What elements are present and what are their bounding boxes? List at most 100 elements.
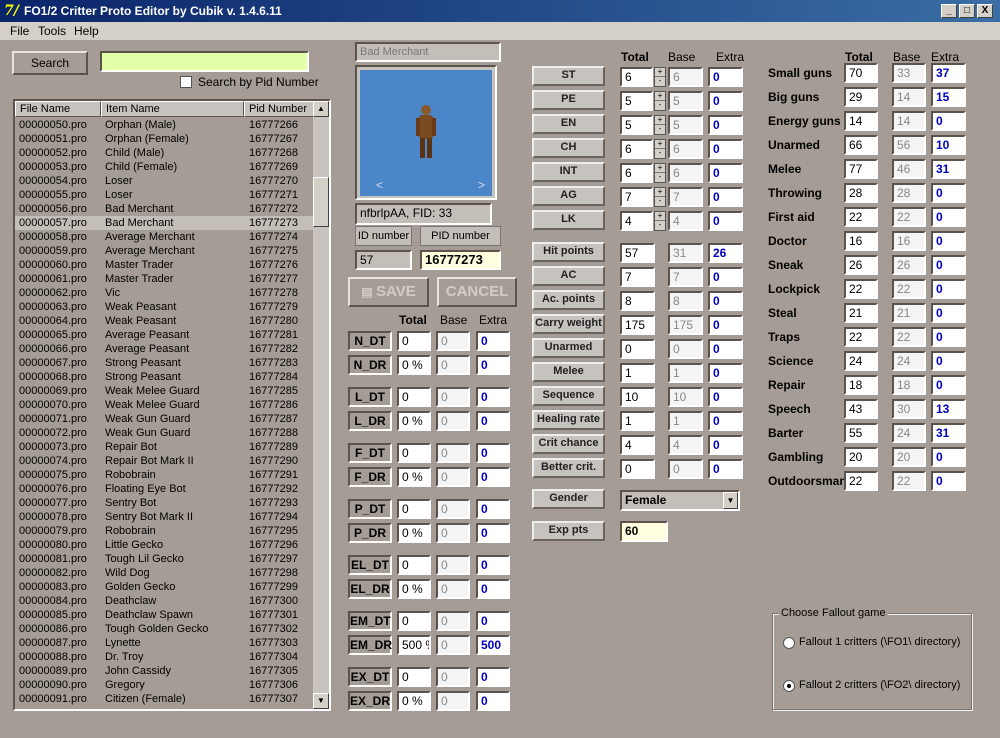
skill-outdoorsman-extra-field[interactable]: 0 [931,471,966,491]
table-row[interactable]: 00000084.pro Deathclaw 16777300 [15,594,315,608]
derived-crit-chance-extra-field[interactable]: 0 [708,435,743,455]
fallout1-label[interactable]: Fallout 1 critters (\FO1\ directory) [799,636,960,648]
skill-barter-base-field[interactable]: 24 [892,423,926,443]
stat-lk-spinner[interactable]: + - [654,211,666,231]
stat-ag-extra-field[interactable]: 0 [708,187,743,207]
em-dr-base-field[interactable]: 0 [436,635,470,655]
skill-small-guns-extra-field[interactable]: 37 [931,63,966,83]
table-row[interactable]: 00000053.pro Child (Female) 16777269 [15,160,315,174]
preview-prev-icon[interactable]: < [376,178,383,192]
table-row[interactable]: 00000070.pro Weak Melee Guard 16777286 [15,398,315,412]
em-dt-extra-field[interactable]: 0 [476,611,510,631]
skill-speech-extra-field[interactable]: 13 [931,399,966,419]
em-dr-total-field[interactable]: 500 % [397,635,431,655]
skill-doctor-extra-field[interactable]: 0 [931,231,966,251]
skill-gambling-extra-field[interactable]: 0 [931,447,966,467]
stat-pe-extra-field[interactable]: 0 [708,91,743,111]
menu-help[interactable]: Help [74,24,99,38]
spin-down-icon[interactable]: - [655,101,665,110]
spin-down-icon[interactable]: - [655,149,665,158]
stat-int-extra-field[interactable]: 0 [708,163,743,183]
fallout2-label[interactable]: Fallout 2 critters (\FO2\ directory) [799,679,960,691]
l-dt-extra-field[interactable]: 0 [476,387,510,407]
stat-st-base-field[interactable]: 6 [668,67,703,87]
derived-crit-chance-total-field[interactable]: 4 [620,435,655,455]
maximize-button[interactable]: □ [959,4,975,18]
search-by-pid-checkbox[interactable] [180,76,192,88]
el-dr-base-field[interactable]: 0 [436,579,470,599]
el-dt-extra-field[interactable]: 0 [476,555,510,575]
em-dt-base-field[interactable]: 0 [436,611,470,631]
n-dt-base-field[interactable]: 0 [436,331,470,351]
el-dt-total-field[interactable]: 0 [397,555,431,575]
skill-throwing-base-field[interactable]: 28 [892,183,926,203]
menu-file[interactable]: File [10,24,29,38]
table-row[interactable]: 00000078.pro Sentry Bot Mark II 16777294 [15,510,315,524]
stat-pe-total-field[interactable]: 5 [620,91,653,111]
derived-better-crit-extra-field[interactable]: 0 [708,459,743,479]
scroll-thumb[interactable] [313,177,329,227]
stat-en-total-field[interactable]: 5 [620,115,653,135]
table-row[interactable]: 00000072.pro Weak Gun Guard 16777288 [15,426,315,440]
skill-gambling-base-field[interactable]: 20 [892,447,926,467]
table-row[interactable]: 00000075.pro Robobrain 16777291 [15,468,315,482]
table-row[interactable]: 00000089.pro John Cassidy 16777305 [15,664,315,678]
table-row[interactable]: 00000062.pro Vic 16777278 [15,286,315,300]
table-row[interactable]: 00000052.pro Child (Male) 16777268 [15,146,315,160]
em-dt-total-field[interactable]: 0 [397,611,431,631]
derived-hit-points-base-field[interactable]: 31 [668,243,703,263]
stat-int-spinner[interactable]: + - [654,163,666,183]
gender-select[interactable]: Female ▼ [620,490,740,511]
skill-big-guns-extra-field[interactable]: 15 [931,87,966,107]
stat-ag-spinner[interactable]: + - [654,187,666,207]
skill-sneak-base-field[interactable]: 26 [892,255,926,275]
table-row[interactable]: 00000073.pro Repair Bot 16777289 [15,440,315,454]
skill-lockpick-extra-field[interactable]: 0 [931,279,966,299]
ex-dr-total-field[interactable]: 0 % [397,691,431,711]
table-row[interactable]: 00000061.pro Master Trader 16777277 [15,272,315,286]
stat-lk-extra-field[interactable]: 0 [708,211,743,231]
table-row[interactable]: 00000082.pro Wild Dog 16777298 [15,566,315,580]
stat-st-total-field[interactable]: 6 [620,67,653,87]
preview-next-icon[interactable]: > [478,178,485,192]
p-dt-extra-field[interactable]: 0 [476,499,510,519]
table-row[interactable]: 00000067.pro Strong Peasant 16777283 [15,356,315,370]
stat-pe-spinner[interactable]: + - [654,91,666,111]
derived-healing-rate-total-field[interactable]: 1 [620,411,655,431]
derived-ac-extra-field[interactable]: 0 [708,267,743,287]
stat-int-base-field[interactable]: 6 [668,163,703,183]
table-row[interactable]: 00000064.pro Weak Peasant 16777280 [15,314,315,328]
l-dt-base-field[interactable]: 0 [436,387,470,407]
skill-traps-base-field[interactable]: 22 [892,327,926,347]
p-dt-total-field[interactable]: 0 [397,499,431,519]
table-row[interactable]: 00000066.pro Average Peasant 16777282 [15,342,315,356]
skill-unarmed-base-field[interactable]: 56 [892,135,926,155]
col-file-name[interactable]: File Name [15,101,101,117]
derived-healing-rate-extra-field[interactable]: 0 [708,411,743,431]
critter-name-field[interactable]: Bad Merchant [355,42,501,62]
skill-big-guns-base-field[interactable]: 14 [892,87,926,107]
table-row[interactable]: 00000074.pro Repair Bot Mark II 16777290 [15,454,315,468]
f-dt-extra-field[interactable]: 0 [476,443,510,463]
critter-list[interactable]: File Name Item Name Pid Number 00000050.… [13,99,331,711]
el-dr-extra-field[interactable]: 0 [476,579,510,599]
derived-ac-points-base-field[interactable]: 8 [668,291,703,311]
save-button[interactable]: ▤ SAVE [348,277,429,307]
skill-doctor-base-field[interactable]: 16 [892,231,926,251]
skill-energy-guns-base-field[interactable]: 14 [892,111,926,131]
table-row[interactable]: 00000087.pro Lynette 16777303 [15,636,315,650]
spin-down-icon[interactable]: - [655,173,665,182]
spin-down-icon[interactable]: - [655,125,665,134]
table-row[interactable]: 00000083.pro Golden Gecko 16777299 [15,580,315,594]
table-row[interactable]: 00000071.pro Weak Gun Guard 16777287 [15,412,315,426]
derived-melee-extra-field[interactable]: 0 [708,363,743,383]
skill-outdoorsman-total-field[interactable]: 22 [844,471,878,491]
col-item-name[interactable]: Item Name [101,101,244,117]
skill-barter-extra-field[interactable]: 31 [931,423,966,443]
stat-pe-base-field[interactable]: 5 [668,91,703,111]
derived-unarmed-extra-field[interactable]: 0 [708,339,743,359]
stat-ag-base-field[interactable]: 7 [668,187,703,207]
derived-hit-points-total-field[interactable]: 57 [620,243,655,263]
exp-field[interactable]: 60 [620,521,668,542]
derived-ac-points-extra-field[interactable]: 0 [708,291,743,311]
